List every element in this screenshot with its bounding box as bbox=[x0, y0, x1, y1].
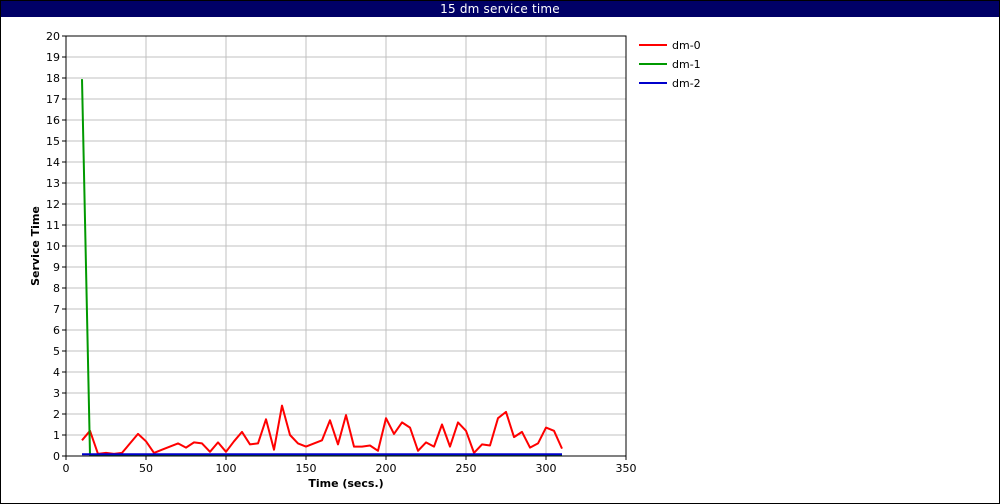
y-tick-label: 5 bbox=[53, 345, 60, 358]
y-tick-label: 18 bbox=[46, 72, 60, 85]
y-tick-label: 4 bbox=[53, 366, 60, 379]
chart-window: 15 dm service time 0 50 100 150 200 250 300 350… bbox=[0, 0, 1000, 504]
x-tick-label: 100 bbox=[216, 462, 237, 475]
y-tick-label: 20 bbox=[46, 30, 60, 43]
x-tick-label: 300 bbox=[536, 462, 557, 475]
x-tick-label: 150 bbox=[296, 462, 317, 475]
y-tick-label: 2 bbox=[53, 408, 60, 421]
line-chart: 0 50 100 150 200 250 300 3500123456789101112131… bbox=[29, 30, 701, 490]
y-tick-label: 10 bbox=[46, 240, 60, 253]
x-tick-label: 50 bbox=[139, 462, 153, 475]
x-tick-label: 350 bbox=[616, 462, 637, 475]
y-tick-label: 9 bbox=[53, 261, 60, 274]
legend-label-dm-2: dm-2 bbox=[672, 77, 701, 90]
y-tick-label: 16 bbox=[46, 114, 60, 127]
y-axis-label: Service Time bbox=[29, 206, 42, 286]
y-tick-label: 1 bbox=[53, 429, 60, 442]
y-tick-label: 8 bbox=[53, 282, 60, 295]
legend-label-dm-0: dm-0 bbox=[672, 39, 701, 52]
y-tick-label: 0 bbox=[53, 450, 60, 463]
legend-label-dm-1: dm-1 bbox=[672, 58, 701, 71]
y-tick-label: 14 bbox=[46, 156, 60, 169]
x-tick-label: 0 bbox=[63, 462, 70, 475]
x-tick-label: 250 bbox=[456, 462, 477, 475]
y-tick-label: 12 bbox=[46, 198, 60, 211]
y-tick-label: 17 bbox=[46, 93, 60, 106]
y-tick-label: 7 bbox=[53, 303, 60, 316]
y-tick-label: 15 bbox=[46, 135, 60, 148]
y-tick-label: 11 bbox=[46, 219, 60, 232]
x-axis-label: Time (secs.) bbox=[308, 477, 383, 490]
grid-lines bbox=[66, 36, 626, 456]
y-tick-label: 3 bbox=[53, 387, 60, 400]
y-tick-label: 13 bbox=[46, 177, 60, 190]
y-tick-label: 19 bbox=[46, 51, 60, 64]
x-tick-label: 200 bbox=[376, 462, 397, 475]
y-tick-label: 6 bbox=[53, 324, 60, 337]
legend: dm-0 dm-1 dm-2 bbox=[639, 39, 701, 90]
